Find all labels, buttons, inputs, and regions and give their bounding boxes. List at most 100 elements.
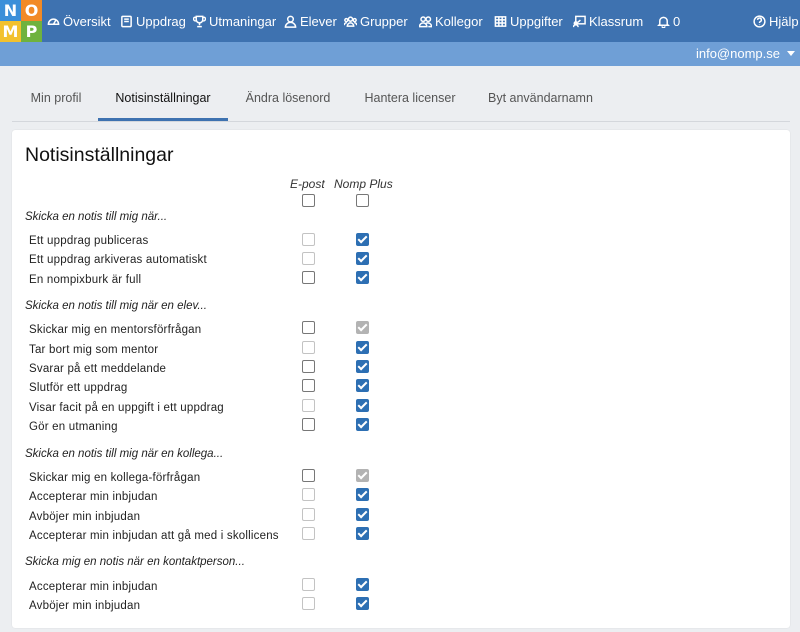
tab-byt-anvandarnamn[interactable]: Byt användarnamn — [488, 80, 593, 121]
select-all-email-checkbox[interactable] — [302, 194, 315, 207]
nomp-plus-checkbox[interactable] — [356, 469, 369, 482]
email-checkbox[interactable] — [302, 379, 315, 392]
email-checkbox[interactable] — [302, 597, 315, 610]
nomp-plus-checkbox[interactable] — [356, 508, 369, 521]
user-icon — [284, 15, 297, 28]
setting-label: Visar facit på en uppgift i ett uppdrag — [29, 402, 224, 414]
bell-icon — [657, 16, 670, 28]
section-heading: Skicka mig en notis när en kontaktperson… — [25, 556, 245, 568]
nav-item-elever[interactable]: Elever — [284, 0, 337, 42]
email-checkbox[interactable] — [302, 271, 315, 284]
nav-item-label: Översikt — [63, 13, 111, 29]
logo-letter: N — [0, 0, 21, 21]
chevron-down-icon[interactable] — [787, 51, 795, 56]
setting-label: Slutför ett uppdrag — [29, 382, 128, 394]
nomp-plus-checkbox[interactable] — [356, 488, 369, 501]
page-title: Notisinställningar — [25, 144, 174, 166]
nomp-plus-checkbox[interactable] — [356, 379, 369, 392]
nav-item-uppgifter[interactable]: Uppgifter — [494, 0, 563, 42]
help-button[interactable]: Hjälp — [753, 0, 799, 42]
tab-min-profil[interactable]: Min profil — [29, 80, 83, 121]
nomp-plus-checkbox[interactable] — [356, 252, 369, 265]
nomp-plus-checkbox[interactable] — [356, 360, 369, 373]
nav-item-utmaningar[interactable]: Utmaningar — [193, 0, 276, 42]
nomp-plus-checkbox[interactable] — [356, 527, 369, 540]
setting-label: Accepterar min inbjudan att gå med i sko… — [29, 530, 279, 542]
email-checkbox[interactable] — [302, 508, 315, 521]
setting-label: En nompixburk är full — [29, 274, 142, 286]
email-checkbox[interactable] — [302, 341, 315, 354]
top-navigation-bar: N O M P Översikt Uppdrag Utmaningar Elev… — [0, 0, 800, 42]
setting-label: Gör en utmaning — [29, 421, 118, 433]
help-label: Hjälp — [769, 13, 799, 29]
section-heading: Skicka en notis till mig när en kollega.… — [25, 448, 224, 460]
nav-item-label: Kollegor — [435, 13, 483, 29]
user-bar: info@nomp.se — [0, 42, 800, 66]
nav-item-label: Grupper — [360, 13, 408, 29]
column-header-nomp-plus: Nomp Plus — [334, 177, 393, 191]
book-icon — [121, 15, 132, 27]
help-icon — [753, 14, 766, 28]
section-heading: Skicka en notis till mig när... — [25, 211, 168, 223]
user-group-icon — [419, 15, 432, 27]
setting-label: Tar bort mig som mentor — [29, 344, 159, 356]
notifications-button[interactable]: 0 — [657, 0, 680, 42]
notification-settings-card: Notisinställningar E-post Nomp Plus Skic… — [12, 130, 790, 628]
setting-label: Skickar mig en kollega-förfrågan — [29, 472, 201, 484]
nomp-plus-checkbox[interactable] — [356, 341, 369, 354]
email-checkbox[interactable] — [302, 469, 315, 482]
setting-label: Avböjer min inbjudan — [29, 511, 141, 523]
setting-label: Ett uppdrag publiceras — [29, 235, 149, 247]
trophy-icon — [193, 15, 206, 27]
notification-count: 0 — [673, 13, 681, 29]
nomp-plus-checkbox[interactable] — [356, 597, 369, 610]
setting-label: Accepterar min inbjudan — [29, 581, 158, 593]
nomp-plus-checkbox[interactable] — [356, 418, 369, 431]
email-checkbox[interactable] — [302, 578, 315, 591]
email-checkbox[interactable] — [302, 321, 315, 334]
tab-notisinstallningar[interactable]: Notisinställningar — [98, 80, 228, 121]
email-checkbox[interactable] — [302, 252, 315, 265]
nomp-plus-checkbox[interactable] — [356, 399, 369, 412]
nomp-logo[interactable]: N O M P — [0, 0, 42, 42]
users-icon — [344, 15, 357, 27]
grid-icon — [494, 15, 507, 27]
nav-item-uppdrag[interactable]: Uppdrag — [120, 0, 186, 42]
logo-letter: P — [21, 21, 42, 42]
nav-item-oversikt[interactable]: Översikt — [47, 0, 111, 42]
nav-item-klassrum[interactable]: Klassrum — [573, 0, 643, 42]
select-all-plus-checkbox[interactable] — [356, 194, 369, 207]
logo-letter: M — [0, 21, 21, 42]
nav-item-label: Utmaningar — [209, 13, 277, 29]
nomp-plus-checkbox[interactable] — [356, 321, 369, 334]
section-heading: Skicka en notis till mig när en elev... — [25, 300, 207, 312]
setting-label: Accepterar min inbjudan — [29, 491, 158, 503]
email-checkbox[interactable] — [302, 488, 315, 501]
classroom-icon — [573, 15, 586, 27]
email-checkbox[interactable] — [302, 418, 315, 431]
email-checkbox[interactable] — [302, 360, 315, 373]
nav-item-label: Elever — [300, 13, 337, 29]
nomp-plus-checkbox[interactable] — [356, 271, 369, 284]
setting-label: Avböjer min inbjudan — [29, 600, 141, 612]
column-header-email: E-post — [290, 177, 325, 191]
nav-item-label: Uppdrag — [136, 13, 186, 29]
nav-item-grupper[interactable]: Grupper — [344, 0, 408, 42]
setting-label: Svarar på ett meddelande — [29, 363, 167, 375]
nav-item-label: Klassrum — [589, 13, 644, 29]
nav-item-kollegor[interactable]: Kollegor — [419, 0, 483, 42]
email-checkbox[interactable] — [302, 233, 315, 246]
nomp-plus-checkbox[interactable] — [356, 233, 369, 246]
logo-letter: O — [21, 0, 42, 21]
tab-andra-losenord[interactable]: Ändra lösenord — [245, 80, 331, 121]
setting-label: Skickar mig en mentorsförfrågan — [29, 324, 202, 336]
dashboard-icon — [47, 18, 60, 25]
nomp-plus-checkbox[interactable] — [356, 578, 369, 591]
settings-tabs: Min profil Notisinställningar Ändra löse… — [12, 80, 790, 122]
email-checkbox[interactable] — [302, 399, 315, 412]
email-checkbox[interactable] — [302, 527, 315, 540]
user-menu-toggle[interactable]: info@nomp.se — [696, 42, 780, 66]
setting-label: Ett uppdrag arkiveras automatiskt — [29, 254, 207, 266]
tab-hantera-licenser[interactable]: Hantera licenser — [364, 80, 456, 121]
nav-item-label: Uppgifter — [510, 13, 563, 29]
